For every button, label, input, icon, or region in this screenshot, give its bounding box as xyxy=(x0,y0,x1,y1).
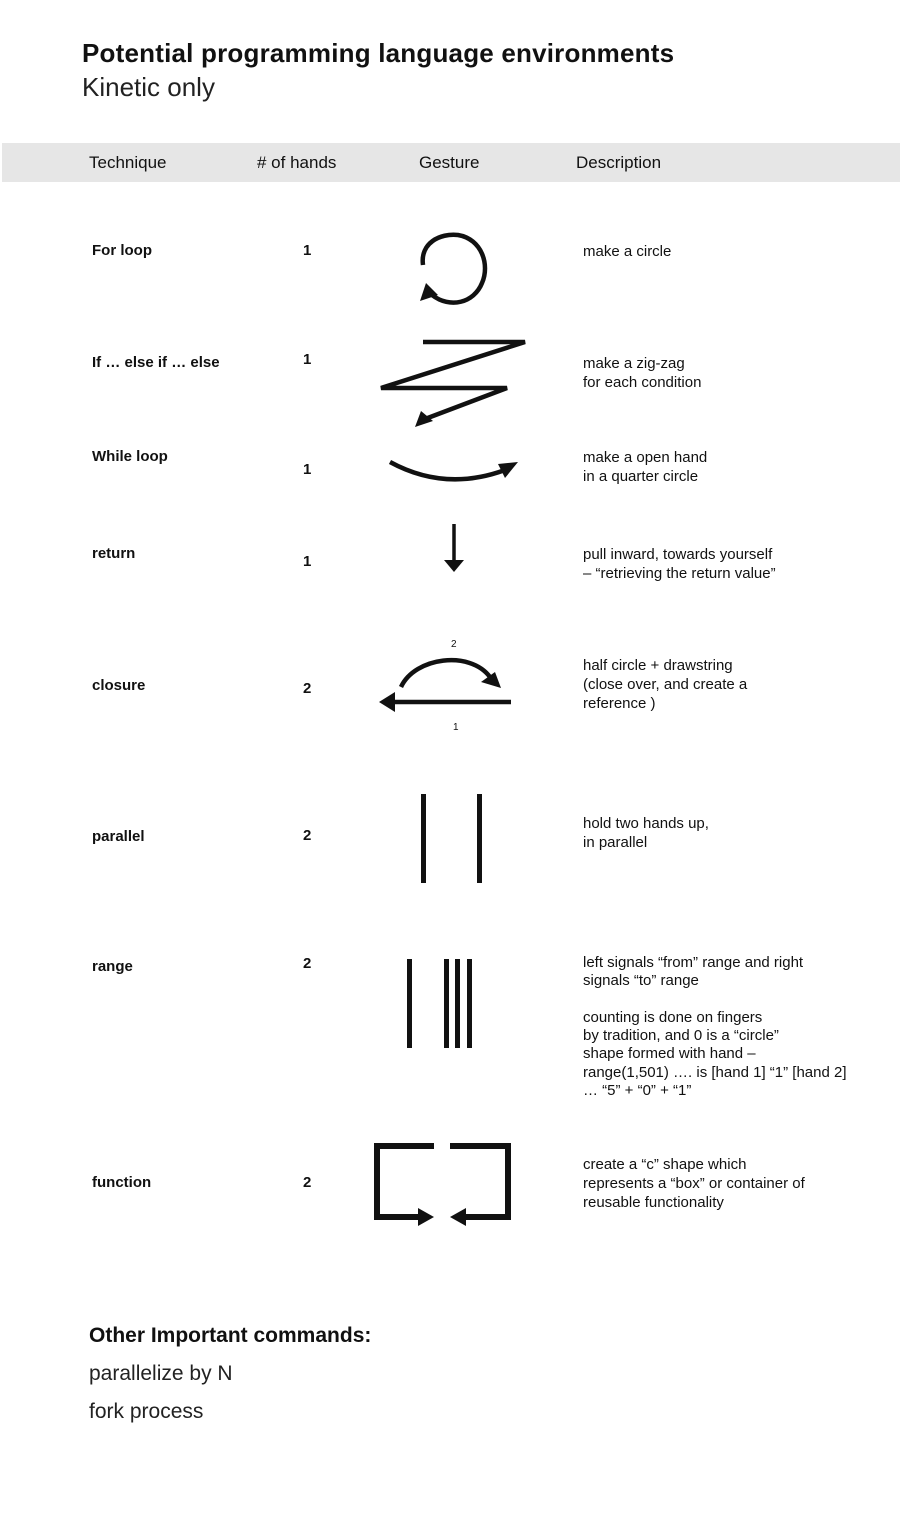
technique-label: closure xyxy=(92,677,146,694)
technique-label: return xyxy=(92,545,136,562)
description: make a open hand in a quarter circle xyxy=(583,449,708,485)
hands-count: 1 xyxy=(303,351,312,368)
technique-label: range xyxy=(92,958,133,975)
description: make a circle xyxy=(583,243,672,260)
two-parallel-lines-icon xyxy=(421,794,482,883)
description: left signals “from” range and right sign… xyxy=(583,954,847,1100)
technique-label: parallel xyxy=(92,828,145,845)
zigzag-arrow-icon xyxy=(380,339,526,427)
hands-count: 2 xyxy=(303,680,312,697)
description: create a “c” shape which represents a “b… xyxy=(583,1156,805,1211)
description: make a zig-zag for each condition xyxy=(583,355,702,391)
other-command-item: parallelize by N xyxy=(89,1362,233,1385)
technique-label: While loop xyxy=(92,448,168,465)
technique-label: For loop xyxy=(92,242,152,259)
hands-count: 1 xyxy=(303,461,312,478)
circle-arrow-icon xyxy=(420,232,488,305)
range-lines-icon xyxy=(407,959,472,1048)
page-subtitle: Kinetic only xyxy=(82,72,215,102)
page-title: Potential programming language environme… xyxy=(82,38,675,68)
gesture-step-label: 2 xyxy=(451,639,457,650)
other-commands-heading: Other Important commands: xyxy=(89,1324,372,1347)
hands-count: 2 xyxy=(303,955,312,972)
description: half circle + drawstring (close over, an… xyxy=(583,657,748,712)
description: pull inward, towards yourself – “retriev… xyxy=(583,546,776,582)
quarter-arc-arrow-icon xyxy=(388,460,518,482)
description: hold two hands up, in parallel xyxy=(583,815,709,851)
hands-count: 1 xyxy=(303,242,312,259)
technique-label: If … else if … else xyxy=(92,354,220,371)
column-header-hands: # of hands xyxy=(257,153,337,172)
column-header-gesture: Gesture xyxy=(419,153,480,172)
half-circle-drawstring-icon: 2 1 xyxy=(379,639,511,733)
hands-count: 2 xyxy=(303,827,312,844)
gesture-step-label: 1 xyxy=(453,722,459,733)
technique-label: function xyxy=(92,1174,152,1191)
column-header-description: Description xyxy=(576,153,662,172)
hands-count: 1 xyxy=(303,553,312,570)
hands-count: 2 xyxy=(303,1174,312,1191)
column-header-technique: Technique xyxy=(89,153,167,172)
down-arrow-icon xyxy=(444,524,464,572)
other-command-item: fork process xyxy=(89,1400,204,1423)
c-shape-box-arrows-icon xyxy=(374,1143,511,1226)
